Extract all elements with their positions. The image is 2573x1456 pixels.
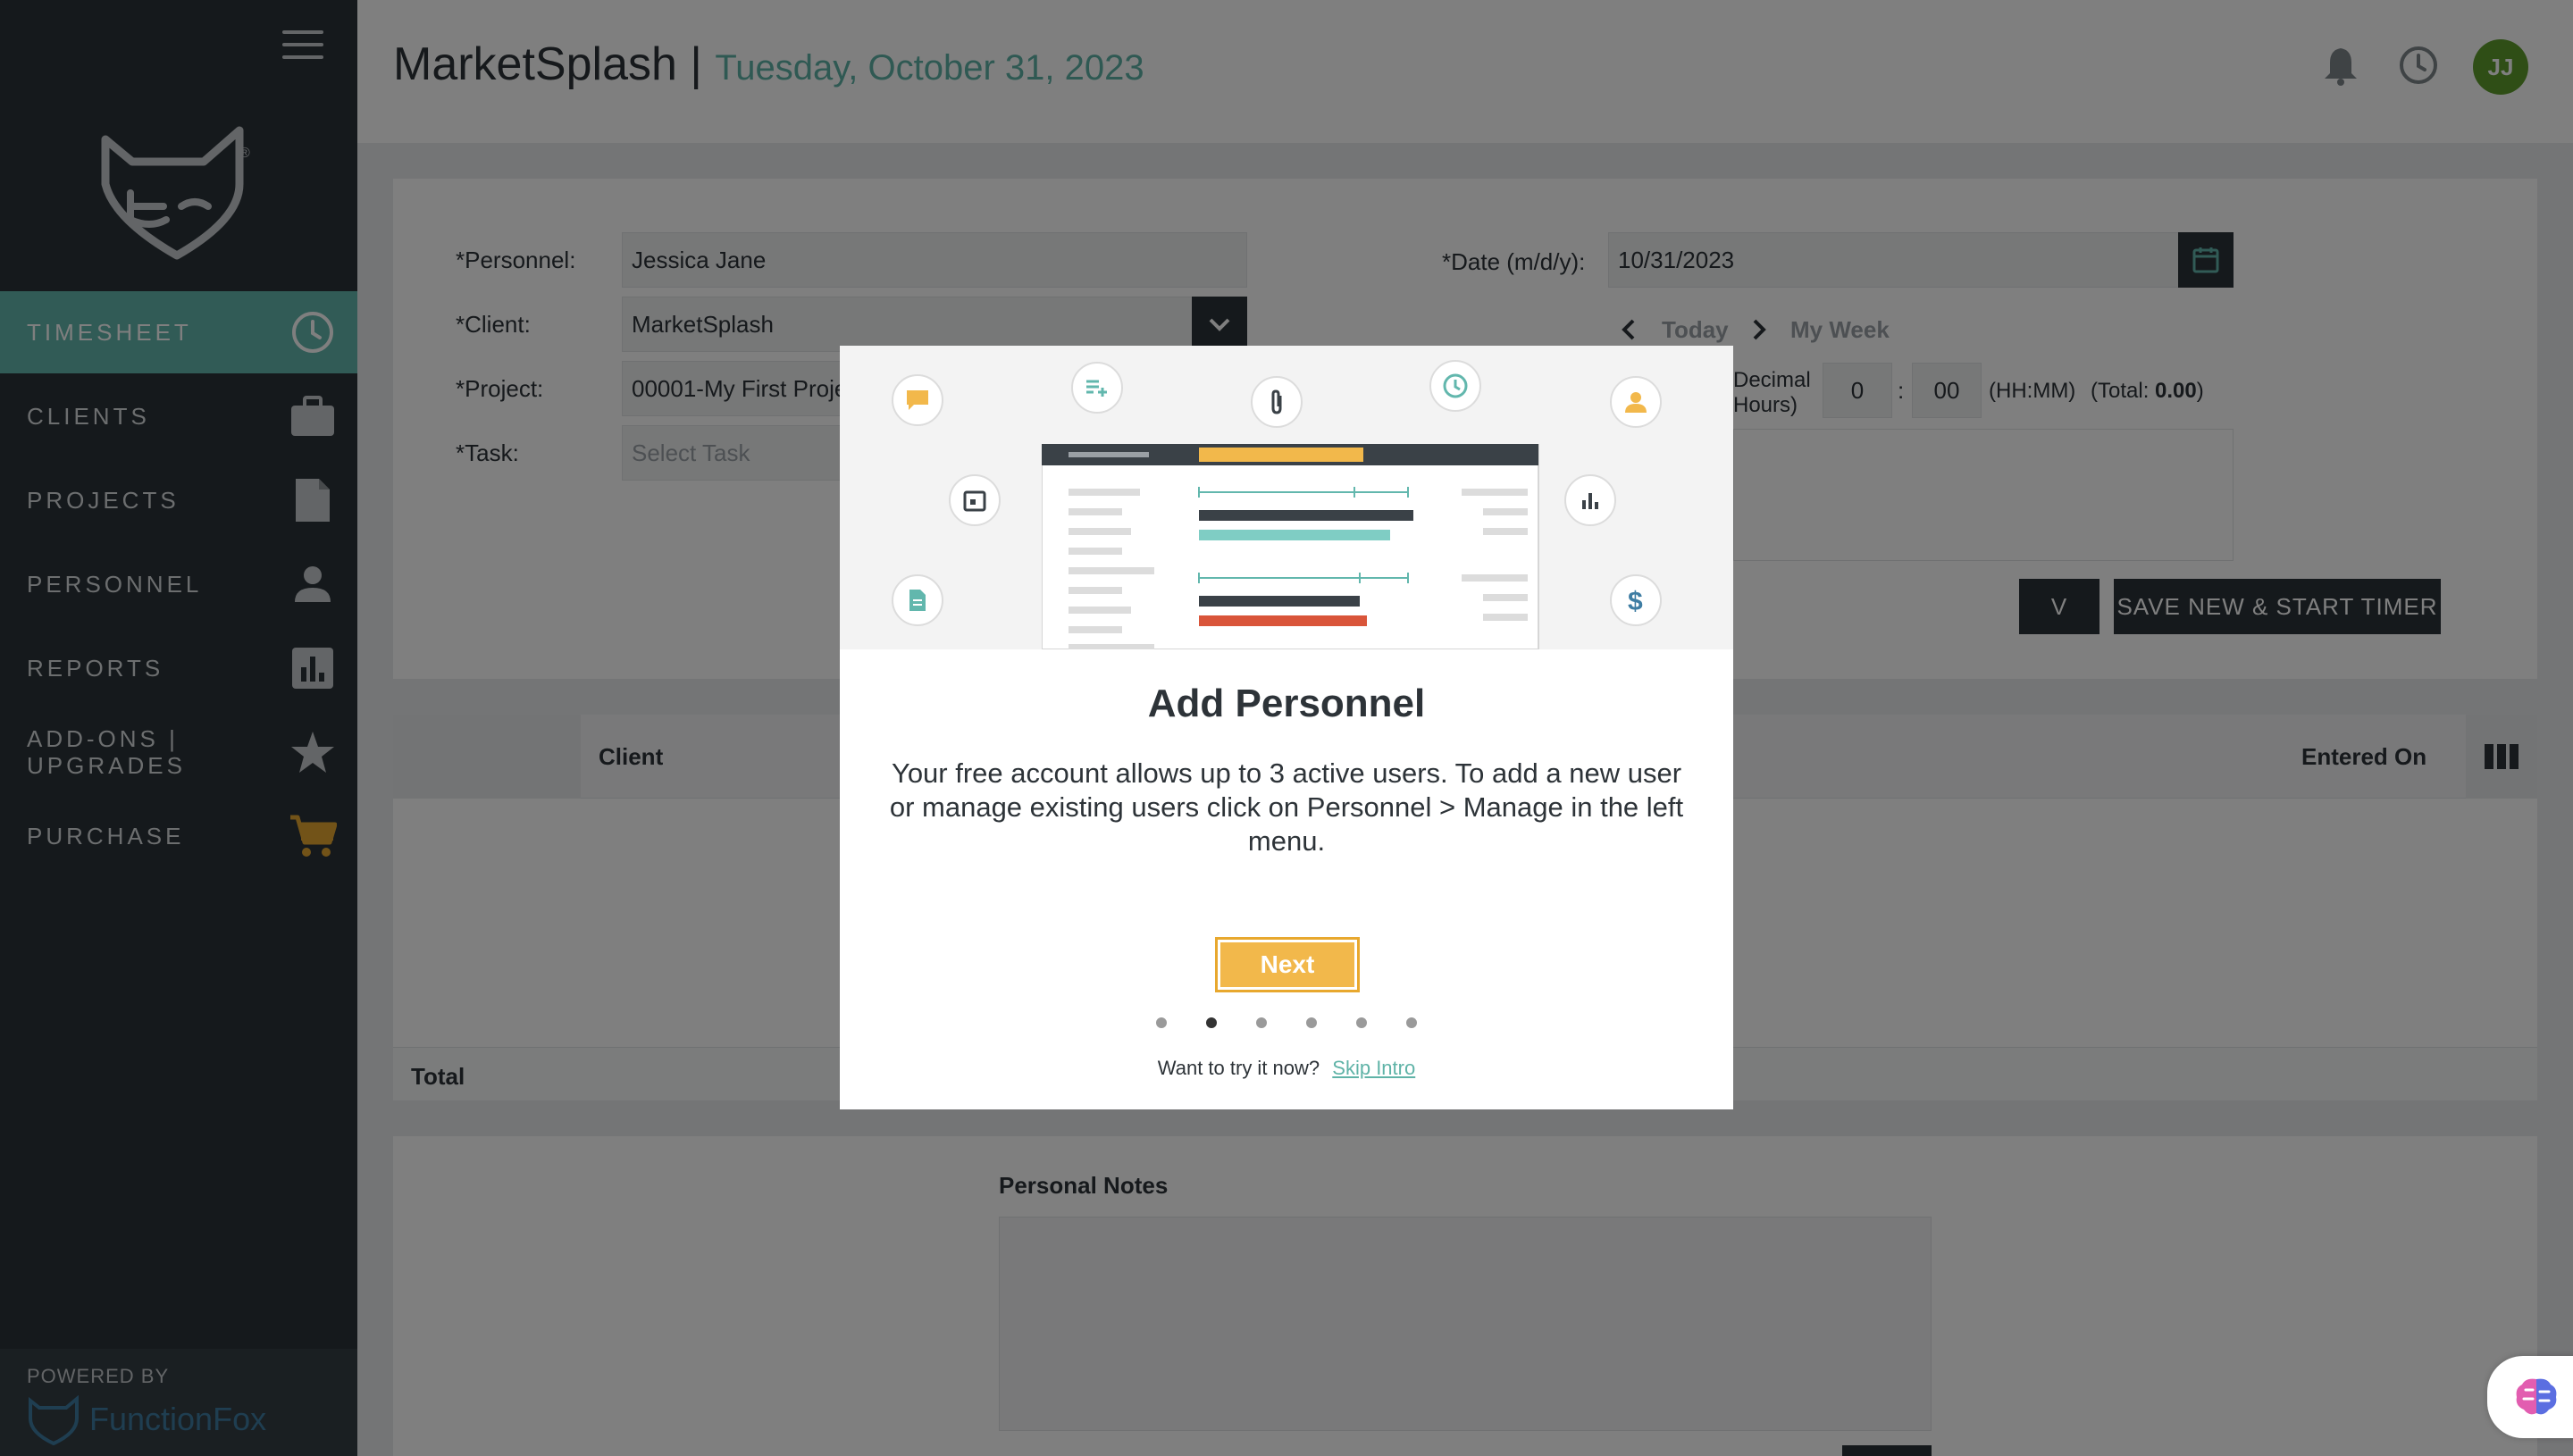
step-dot[interactable] <box>1256 1017 1267 1028</box>
step-dot[interactable] <box>1156 1017 1167 1028</box>
try-it-text: Want to try it now? <box>1157 1057 1320 1079</box>
brain-icon <box>2516 1378 2557 1415</box>
modal-body-text: Your free account allows up to 3 active … <box>889 757 1684 857</box>
step-dot[interactable] <box>1406 1017 1417 1028</box>
step-dots <box>840 1017 1733 1028</box>
timesheet-illustration <box>1042 444 1539 649</box>
step-dot[interactable] <box>1306 1017 1317 1028</box>
clock-small-icon <box>1429 360 1481 412</box>
document-small-icon <box>892 574 943 626</box>
svg-text:$: $ <box>1628 587 1643 615</box>
skip-row: Want to try it now? Skip Intro <box>840 1057 1733 1080</box>
step-dot[interactable] <box>1356 1017 1367 1028</box>
intro-modal: $ Add Personnel Your free account allows… <box>840 346 1733 1109</box>
paperclip-icon <box>1251 376 1303 428</box>
chart-small-icon <box>1564 474 1616 526</box>
assistant-widget-button[interactable] <box>2487 1356 2573 1438</box>
next-button[interactable]: Next <box>1215 937 1360 992</box>
calendar-small-icon <box>949 474 1001 526</box>
step-dot-active[interactable] <box>1206 1017 1217 1028</box>
dollar-icon: $ <box>1610 574 1662 626</box>
add-list-icon <box>1071 362 1123 414</box>
skip-intro-link[interactable]: Skip Intro <box>1332 1057 1415 1079</box>
modal-illustration: $ <box>840 346 1733 649</box>
chat-icon <box>892 374 943 426</box>
user-small-icon <box>1610 376 1662 428</box>
modal-title: Add Personnel <box>1147 682 1426 725</box>
